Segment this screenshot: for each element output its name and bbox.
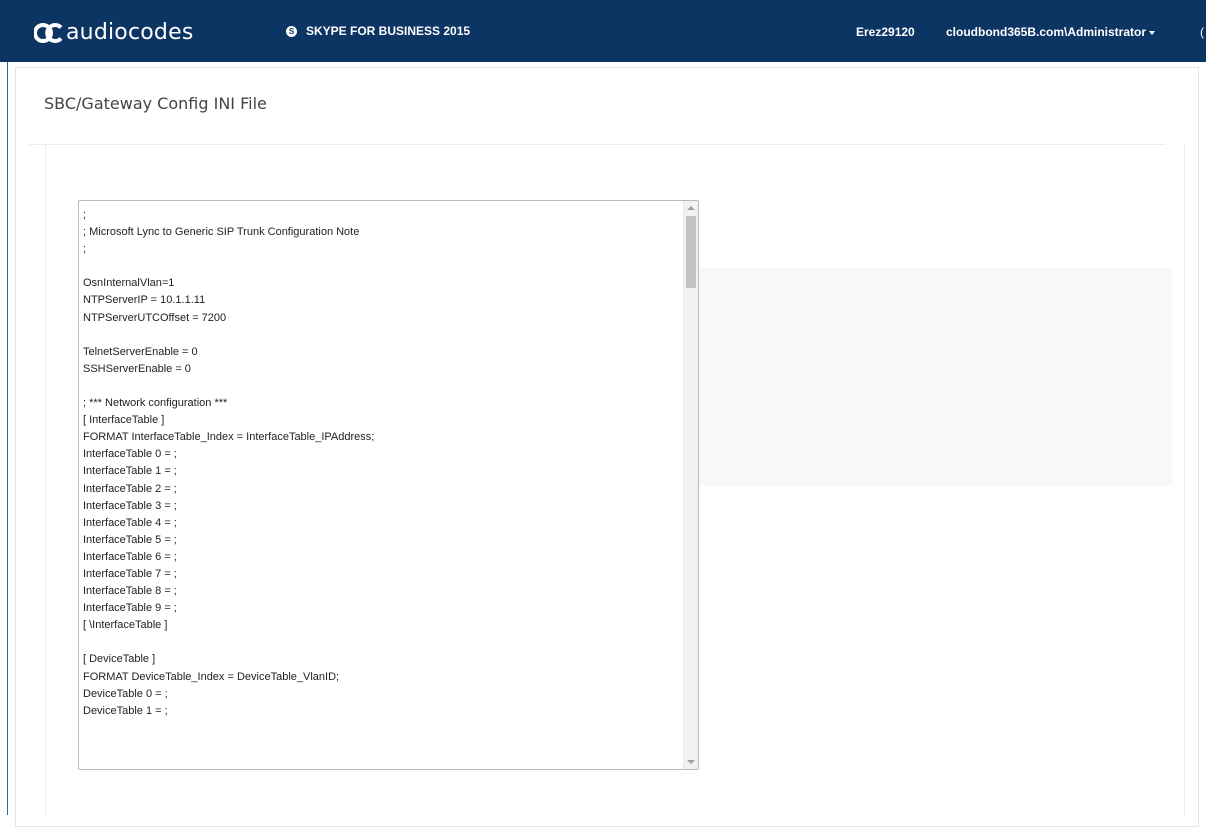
audiocodes-logo[interactable]: audiocodes (34, 20, 193, 46)
audiocodes-logo-icon (34, 23, 63, 43)
host-name[interactable]: Erez29120 (856, 25, 915, 39)
scroll-thumb[interactable] (686, 216, 696, 288)
logo-text: audiocodes (66, 20, 194, 45)
scroll-up-icon[interactable] (687, 206, 695, 210)
product-label: SKYPE FOR BUSINESS 2015 (306, 24, 471, 38)
page-title: SBC/Gateway Config INI File (44, 94, 267, 113)
textarea-scrollbar[interactable] (683, 201, 698, 769)
ini-file-content[interactable]: ; ; Microsoft Lync to Generic SIP Trunk … (83, 207, 681, 720)
ini-file-textarea[interactable]: ; ; Microsoft Lync to Generic SIP Trunk … (78, 200, 699, 770)
user-name: cloudbond365B.com\Administrator (946, 25, 1147, 39)
side-area (698, 268, 1172, 486)
top-navbar: audiocodes S SKYPE FOR BUSINESS 2015 Ere… (0, 0, 1206, 62)
scroll-down-icon[interactable] (687, 760, 695, 764)
nav-edge-item[interactable]: ( (1200, 25, 1204, 39)
skype-icon: S (286, 25, 297, 37)
chevron-down-icon (1149, 31, 1156, 35)
left-accent-line (7, 62, 8, 815)
product-link[interactable]: S SKYPE FOR BUSINESS 2015 (286, 24, 470, 38)
user-menu[interactable]: cloudbond365B.com\Administrator (946, 25, 1156, 39)
